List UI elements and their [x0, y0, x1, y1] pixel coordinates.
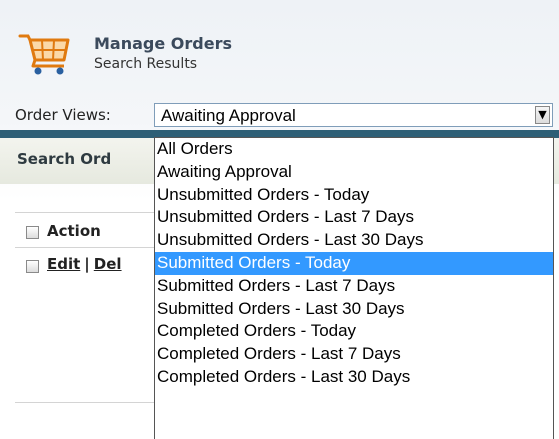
divider	[15, 212, 155, 213]
option-unsubmitted-last-7-days[interactable]: Unsubmitted Orders - Last 7 Days	[155, 206, 553, 229]
delete-link[interactable]: Del	[94, 255, 122, 273]
option-submitted-last-30-days[interactable]: Submitted Orders - Last 30 Days	[155, 298, 553, 321]
edit-link[interactable]: Edit	[47, 255, 80, 273]
row-checkbox[interactable]	[26, 260, 39, 273]
option-completed-today[interactable]: Completed Orders - Today	[155, 320, 553, 343]
option-submitted-last-7-days[interactable]: Submitted Orders - Last 7 Days	[155, 275, 553, 298]
option-unsubmitted-today[interactable]: Unsubmitted Orders - Today	[155, 184, 553, 207]
search-orders-tab-label: Search Ord	[17, 150, 112, 168]
option-submitted-today[interactable]: Submitted Orders - Today	[155, 251, 553, 275]
row-actions: Edit | Del	[47, 255, 122, 273]
action-column-header: Action	[47, 222, 101, 240]
page-subtitle: Search Results	[94, 56, 198, 72]
option-awaiting-approval[interactable]: Awaiting Approval	[155, 161, 553, 184]
option-completed-last-7-days[interactable]: Completed Orders - Last 7 Days	[155, 343, 553, 366]
order-views-label: Order Views:	[15, 106, 111, 124]
select-all-checkbox[interactable]	[26, 226, 39, 239]
row-separator: |	[84, 255, 90, 273]
option-unsubmitted-last-30-days[interactable]: Unsubmitted Orders - Last 30 Days	[155, 229, 553, 252]
option-all-orders[interactable]: All Orders	[155, 138, 553, 161]
shopping-cart-icon	[18, 34, 70, 75]
order-views-select[interactable]: Awaiting Approval ▼	[154, 103, 553, 127]
order-views-selected-value: Awaiting Approval	[161, 106, 296, 125]
divider	[15, 402, 155, 403]
page-title: Manage Orders	[94, 34, 232, 53]
dropdown-arrow-icon[interactable]: ▼	[535, 106, 550, 124]
order-views-dropdown-list[interactable]: All Orders Awaiting Approval Unsubmitted…	[154, 137, 554, 439]
option-completed-last-30-days[interactable]: Completed Orders - Last 30 Days	[155, 366, 553, 389]
divider	[15, 247, 155, 248]
